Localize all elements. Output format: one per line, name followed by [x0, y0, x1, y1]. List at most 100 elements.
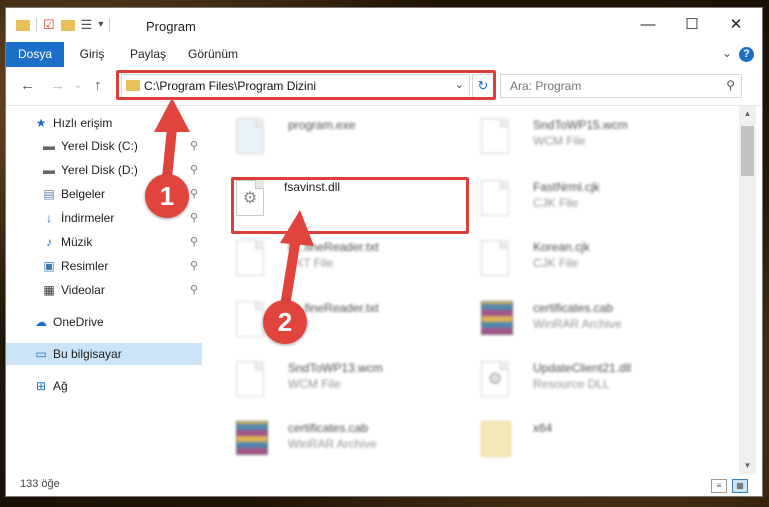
pin-icon[interactable]: ⚲ [190, 159, 198, 181]
file-item[interactable]: ⚙ UpdateClient21.dll Resource DLL [481, 359, 711, 417]
file-item[interactable]: SndToWP13.wcm WCM File [236, 359, 466, 417]
pin-icon[interactable]: ⚲ [190, 207, 198, 229]
file-type: WCM File [533, 134, 586, 148]
scroll-down-icon[interactable]: ▼ [739, 458, 756, 474]
window-title: Program [146, 19, 196, 34]
pin-icon[interactable]: ⚲ [190, 279, 198, 301]
file-name: SndToWP13.wcm [288, 361, 383, 375]
toolbar-divider [36, 18, 37, 32]
scroll-thumb[interactable] [741, 126, 754, 176]
file-type: Resource DLL [533, 377, 610, 391]
file-item[interactable]: certificates.cab WinRAR Archive [481, 299, 711, 357]
tab-share[interactable]: Paylaş [120, 42, 176, 67]
sidebar-item-music[interactable]: ♪ Müzik ⚲ [6, 231, 202, 253]
close-button[interactable]: ✕ [714, 8, 758, 42]
file-name: certificates.cab [288, 421, 369, 435]
scroll-up-icon[interactable]: ▲ [739, 106, 756, 122]
sidebar-item-network[interactable]: ⊞ Ağ [6, 375, 202, 397]
pin-icon[interactable]: ⚲ [190, 135, 198, 157]
details-view-icon[interactable]: ≡ [711, 479, 727, 493]
cloud-icon: ☁ [35, 315, 47, 329]
file-item[interactable]: program.exe [236, 116, 466, 174]
winrar-archive-icon [481, 301, 513, 343]
ribbon-tabs: Dosya Giriş Paylaş Görünüm ⌄ ? [6, 42, 762, 67]
sidebar-item-quick-access[interactable]: ★ Hızlı erişim [6, 112, 202, 134]
sidebar-item-label: Videolar [61, 283, 105, 297]
network-icon: ⊞ [35, 379, 47, 393]
tab-home[interactable]: Giriş [68, 42, 116, 67]
sidebar-item-drive-c[interactable]: ▬ Yerel Disk (C:) ⚲ [6, 135, 202, 157]
address-highlight-frame [116, 70, 496, 100]
vertical-scrollbar[interactable]: ▲ ▼ [739, 106, 756, 474]
search-input[interactable]: Ara: Program ⚲ [500, 74, 742, 98]
view-options-icon[interactable]: ☰ [81, 18, 93, 32]
sidebar-item-pictures[interactable]: ▣ Resimler ⚲ [6, 255, 202, 277]
tab-view[interactable]: Görünüm [180, 42, 246, 67]
sidebar-item-label: Yerel Disk (D:) [61, 163, 138, 177]
forward-button[interactable]: → [50, 77, 65, 94]
file-name: program.exe [288, 118, 356, 132]
sidebar-item-videos[interactable]: ▦ Videolar ⚲ [6, 279, 202, 301]
address-row: ← → ⌄ ↑ C:\Program Files\Program Dizini … [6, 67, 762, 106]
large-icons-view-icon[interactable]: ▦ [732, 479, 748, 493]
file-name: SndToWP15.wcm [533, 118, 628, 132]
document-icon [236, 361, 268, 403]
sidebar-item-label: Müzik [61, 235, 93, 249]
file-item[interactable]: x64 [481, 419, 711, 474]
new-folder-icon[interactable] [60, 19, 75, 31]
sidebar-item-onedrive[interactable]: ☁ OneDrive [6, 311, 202, 333]
document-icon [481, 180, 513, 222]
file-item[interactable]: FastNrml.cjk CJK File [481, 178, 711, 236]
file-item[interactable]: SndToWP15.wcm WCM File [481, 116, 711, 174]
file-highlight-frame [231, 177, 469, 234]
music-icon: ♪ [46, 235, 52, 249]
sidebar-item-label: Belgeler [61, 187, 106, 201]
file-name: h...fineReader.txt [288, 240, 379, 254]
sidebar-item-label: Yerel Disk (C:) [61, 139, 138, 153]
minimize-button[interactable]: — [626, 8, 670, 42]
document-icon [481, 240, 513, 282]
help-icon[interactable]: ? [739, 47, 754, 62]
recent-locations-button[interactable]: ⌄ [74, 80, 82, 91]
pin-icon[interactable]: ⚲ [190, 183, 198, 205]
file-name: Korean.cjk [533, 240, 590, 254]
customize-toolbar-chevron-icon[interactable]: ▾ [98, 18, 103, 32]
drive-icon: ▬ [43, 163, 55, 177]
maximize-button[interactable]: ☐ [670, 8, 714, 42]
file-type: WinRAR Archive [533, 317, 622, 331]
sidebar-item-label: Resimler [61, 259, 109, 273]
toolbar-divider [109, 18, 111, 32]
file-type: WinRAR Archive [288, 437, 377, 451]
file-item[interactable]: certificates.cab WinRAR Archive [236, 419, 466, 474]
document-icon [481, 118, 513, 160]
file-item[interactable]: h...fineReader.txt TXT File [236, 238, 466, 296]
folder-icon [481, 421, 513, 463]
tab-file[interactable]: Dosya [6, 42, 64, 67]
status-bar: 133 öğe ≡ ▦ [6, 474, 762, 496]
file-type: CJK File [533, 196, 579, 210]
pin-icon[interactable]: ⚲ [190, 231, 198, 253]
ribbon-collapse-icon[interactable]: ⌄ [722, 46, 732, 60]
dll-gear-icon: ⚙ [481, 361, 513, 403]
up-button[interactable]: ↑ [94, 77, 102, 94]
computer-icon: ▭ [35, 347, 47, 361]
properties-icon[interactable]: ☑ [43, 18, 55, 32]
winrar-archive-icon [236, 421, 268, 463]
item-count: 133 öğe [20, 478, 60, 490]
file-type: TXT File [288, 256, 334, 270]
pictures-icon: ▣ [43, 259, 55, 273]
sidebar-item-label: OneDrive [53, 315, 104, 329]
folder-icon [16, 19, 30, 31]
application-icon [236, 118, 268, 160]
quick-access-toolbar: ☑ ☰ ▾ [16, 18, 111, 32]
title-bar: ☑ ☰ ▾ Program — ☐ ✕ [6, 8, 762, 42]
file-item[interactable]: Korean.cjk CJK File [481, 238, 711, 296]
back-button[interactable]: ← [20, 77, 35, 94]
sidebar-item-this-pc[interactable]: ▭ Bu bilgisayar [6, 343, 202, 365]
file-name: UpdateClient21.dll [533, 361, 632, 375]
pin-icon[interactable]: ⚲ [190, 255, 198, 277]
sidebar-item-label: Hızlı erişim [53, 116, 113, 130]
step-badge-2: 2 [263, 300, 307, 344]
navigation-pane: ★ Hızlı erişim ▬ Yerel Disk (C:) ⚲ ▬ Yer… [6, 106, 206, 474]
documents-icon: ▤ [43, 187, 55, 201]
